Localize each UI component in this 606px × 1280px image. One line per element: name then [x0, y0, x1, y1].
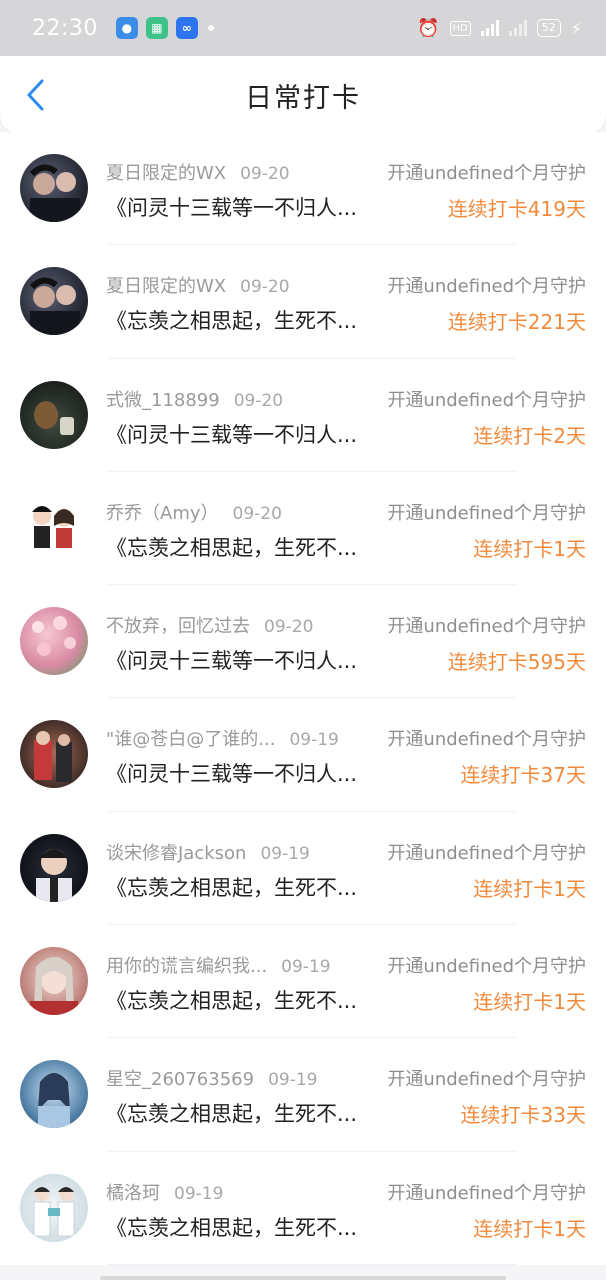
- page-title: 日常打卡: [245, 82, 361, 114]
- app-notification-icon: ●: [115, 17, 138, 39]
- list-item[interactable]: 星空_260763569 09-19 开通undefined个月守护 《忘羡之相思…: [0, 1038, 606, 1152]
- checkin-content: 《问灵十三载等一不归人...: [106, 649, 358, 674]
- user-name: 星空_260763569 09-19: [106, 1069, 318, 1091]
- checkin-content: 《忘羡之相思起，生死不...: [106, 1102, 358, 1127]
- guard-label: 开通undefined个月守护: [387, 842, 586, 864]
- list-item[interactable]: 谈宋修睿Jackson 09-19 开通undefined个月守护 《忘羡之相思起…: [0, 812, 606, 926]
- guard-label: 开通undefined个月守护: [387, 1069, 586, 1091]
- list-item[interactable]: "谁@苍白@了谁的... 09-19 开通undefined个月守护 《问灵十三载…: [0, 698, 606, 813]
- page-header: 日常打卡: [0, 56, 606, 134]
- avatar[interactable]: [20, 833, 88, 902]
- checkin-content: 《问灵十三载等一不归人...: [106, 196, 358, 220]
- signal-icon-2: [508, 20, 527, 36]
- checkin-content: 《忘羡之相思起，生死不...: [106, 535, 358, 560]
- guard-label: 开通undefined个月守护: [387, 616, 586, 638]
- streak-count: 连续打卡1天: [473, 536, 586, 561]
- list-item[interactable]: 夏日限定的WX 09-20 开通undefined个月守护 《问灵十三载等一不归人…: [0, 132, 606, 246]
- user-name: 橘洛珂 09-19: [106, 1182, 224, 1204]
- checkin-content: 《忘羡之相思起，生死不...: [106, 875, 358, 900]
- list-item[interactable]: 用你的谎言编织我... 09-19 开通undefined个月守护 《忘羡之相思起…: [0, 925, 606, 1039]
- checkin-content: 《忘羡之相思起，生死不...: [106, 1215, 358, 1240]
- streak-count: 连续打卡1天: [473, 876, 586, 901]
- post-date: 09-19: [174, 1183, 224, 1204]
- post-date: 09-20: [264, 617, 314, 638]
- guard-label: 开通undefined个月守护: [387, 276, 586, 298]
- avatar[interactable]: [20, 154, 88, 222]
- checkin-content: 《忘羡之相思起，生死不...: [106, 309, 358, 334]
- chevron-left-icon: [27, 79, 44, 111]
- hd-icon: HD: [449, 20, 471, 36]
- guard-label: 开通undefined个月守护: [387, 389, 586, 411]
- avatar[interactable]: [20, 720, 88, 789]
- post-date: 09-20: [240, 277, 290, 298]
- guard-label: 开通undefined个月守护: [387, 502, 586, 524]
- signal-icon: [480, 20, 499, 36]
- checkin-content: 《问灵十三载等一不归人...: [106, 762, 358, 787]
- checkin-content: 《忘羡之相思起，生死不...: [106, 989, 358, 1014]
- alarm-icon: ⏰: [417, 17, 440, 39]
- streak-count: 连续打卡1天: [473, 1216, 586, 1241]
- checkin-list: 夏日限定的WX 09-20 开通undefined个月守护 《问灵十三载等一不归人…: [0, 132, 606, 1266]
- user-name: 夏日限定的WX 09-20: [106, 163, 290, 184]
- status-time: 22:30: [32, 15, 98, 41]
- more-notifications-dot: [207, 25, 214, 31]
- home-indicator: [100, 1276, 506, 1280]
- user-name: 乔乔（Amy） 09-20: [106, 502, 282, 524]
- avatar[interactable]: [20, 1173, 88, 1242]
- list-item[interactable]: 乔乔（Amy） 09-20 开通undefined个月守护 《忘羡之相思起，生死不…: [0, 472, 606, 586]
- user-name: 不放弃，回忆过去 09-20: [106, 616, 314, 638]
- avatar[interactable]: [20, 1060, 88, 1129]
- streak-count: 连续打卡595天: [447, 650, 586, 675]
- system-status: ⏰ HD 52 ⚡: [417, 18, 582, 39]
- avatar[interactable]: [20, 607, 88, 676]
- list-item[interactable]: 夏日限定的WX 09-20 开通undefined个月守护 《忘羡之相思起，生死不…: [0, 245, 606, 359]
- guard-label: 开通undefined个月守护: [387, 729, 586, 751]
- streak-count: 连续打卡419天: [447, 197, 586, 221]
- app-notification-icon: ▦: [145, 17, 168, 39]
- list-item[interactable]: 橘洛珂 09-19 开通undefined个月守护 《忘羡之相思起，生死不... …: [0, 1152, 606, 1266]
- post-date: 09-19: [281, 957, 331, 978]
- streak-count: 连续打卡33天: [460, 1103, 586, 1128]
- list-item[interactable]: 式微_118899 09-20 开通undefined个月守护 《问灵十三载等一不…: [0, 359, 606, 473]
- app-notification-icon: ∞: [175, 17, 198, 39]
- user-name: 夏日限定的WX 09-20: [106, 276, 290, 298]
- streak-count: 连续打卡1天: [473, 990, 586, 1015]
- post-date: 09-20: [232, 503, 282, 524]
- user-name: 谈宋修睿Jackson 09-19: [106, 842, 310, 864]
- post-date: 09-19: [260, 843, 310, 864]
- post-date: 09-19: [289, 730, 339, 751]
- guard-label: 开通undefined个月守护: [387, 956, 586, 978]
- back-button[interactable]: [18, 74, 54, 116]
- user-name: "谁@苍白@了谁的... 09-19: [106, 729, 339, 751]
- streak-count: 连续打卡2天: [473, 423, 586, 448]
- user-name: 用你的谎言编织我... 09-19: [106, 956, 331, 978]
- status-bar: 22:30 ● ▦ ∞ ⏰ HD 52 ⚡: [0, 0, 606, 56]
- list-item[interactable]: 不放弃，回忆过去 09-20 开通undefined个月守护 《问灵十三载等一不归…: [0, 585, 606, 699]
- post-date: 09-20: [240, 164, 290, 184]
- guard-label: 开通undefined个月守护: [387, 1182, 586, 1204]
- user-name: 式微_118899 09-20: [106, 389, 284, 411]
- post-date: 09-20: [233, 390, 284, 411]
- charging-icon: ⚡: [570, 18, 582, 38]
- guard-label: 开通undefined个月守护: [387, 163, 586, 184]
- streak-count: 连续打卡37天: [460, 763, 586, 788]
- notification-icons: ● ▦ ∞: [115, 17, 214, 39]
- avatar[interactable]: [20, 947, 88, 1016]
- avatar[interactable]: [20, 493, 88, 562]
- avatar[interactable]: [20, 380, 88, 449]
- checkin-content: 《问灵十三载等一不归人...: [106, 422, 358, 447]
- battery-icon: 52: [536, 19, 561, 37]
- avatar[interactable]: [20, 267, 88, 336]
- post-date: 09-19: [268, 1070, 318, 1091]
- streak-count: 连续打卡221天: [447, 310, 586, 335]
